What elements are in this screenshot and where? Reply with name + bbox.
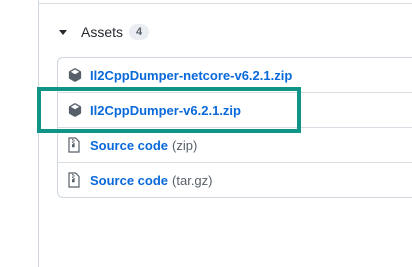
file-zip-icon — [68, 172, 82, 188]
assets-header[interactable]: Assets 4 — [59, 22, 150, 42]
package-icon — [68, 67, 82, 83]
asset-row: Source code (tar.gz) — [58, 162, 412, 197]
asset-list: Il2CppDumper-netcore-v6.2.1.zip Il2CppDu… — [57, 57, 412, 198]
package-icon — [68, 102, 82, 118]
timeline-border — [38, 0, 39, 267]
file-zip-icon — [68, 137, 82, 153]
source-code-targz-suffix: (tar.gz) — [172, 172, 213, 188]
caret-down-icon[interactable] — [59, 29, 67, 35]
asset-row: Source code (zip) — [58, 127, 412, 162]
section-divider — [39, 3, 412, 4]
asset-row: Il2CppDumper-v6.2.1.zip — [58, 92, 412, 127]
source-code-zip-suffix: (zip) — [172, 137, 198, 153]
assets-title: Assets — [81, 24, 124, 40]
source-code-zip-link[interactable]: Source code — [90, 138, 168, 153]
assets-count-badge: 4 — [129, 24, 150, 40]
asset-link-zip[interactable]: Il2CppDumper-v6.2.1.zip — [90, 103, 241, 118]
source-code-targz-link[interactable]: Source code — [90, 173, 168, 188]
asset-row: Il2CppDumper-netcore-v6.2.1.zip — [58, 58, 412, 92]
asset-link-netcore-zip[interactable]: Il2CppDumper-netcore-v6.2.1.zip — [90, 68, 292, 83]
